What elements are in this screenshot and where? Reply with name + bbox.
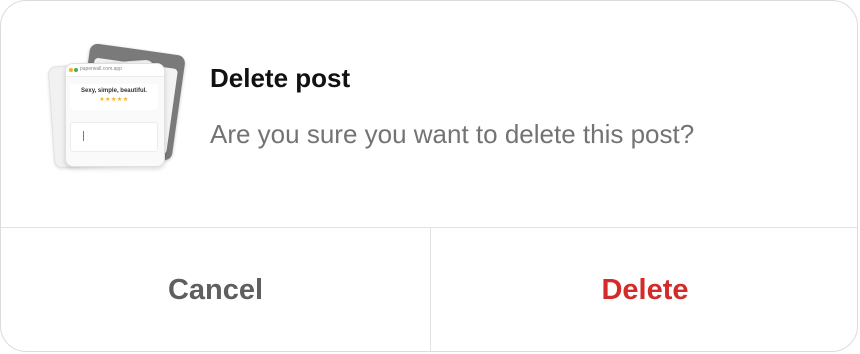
- dialog-message: Are you sure you want to delete this pos…: [210, 119, 695, 149]
- browser-dot-icon: [74, 68, 78, 72]
- delete-post-dialog: paperwall.com.app Sexy, simple, beautifu…: [0, 0, 858, 352]
- delete-button[interactable]: Delete: [431, 228, 857, 351]
- thumbnail-tagline: Sexy, simple, beautiful.: [81, 88, 147, 94]
- thumbnail-front-card: paperwall.com.app Sexy, simple, beautifu…: [65, 63, 165, 167]
- text-caret-icon: [83, 131, 84, 141]
- thumbnail-hero-panel: Sexy, simple, beautiful. ★★★★★: [70, 84, 158, 110]
- post-preview-thumbnail-icon: paperwall.com.app Sexy, simple, beautifu…: [47, 42, 186, 171]
- dialog-body: paperwall.com.app Sexy, simple, beautifu…: [1, 1, 857, 227]
- browser-dot-icon: [69, 68, 73, 72]
- thumbnail-text-box: [70, 122, 158, 152]
- thumbnail-browser-bar: paperwall.com.app: [66, 64, 164, 77]
- thumbnail-url-text: paperwall.com.app: [80, 66, 122, 72]
- cancel-button[interactable]: Cancel: [1, 228, 430, 351]
- dialog-title: Delete post: [210, 63, 351, 93]
- thumbnail-star-rating: ★★★★★: [99, 97, 129, 103]
